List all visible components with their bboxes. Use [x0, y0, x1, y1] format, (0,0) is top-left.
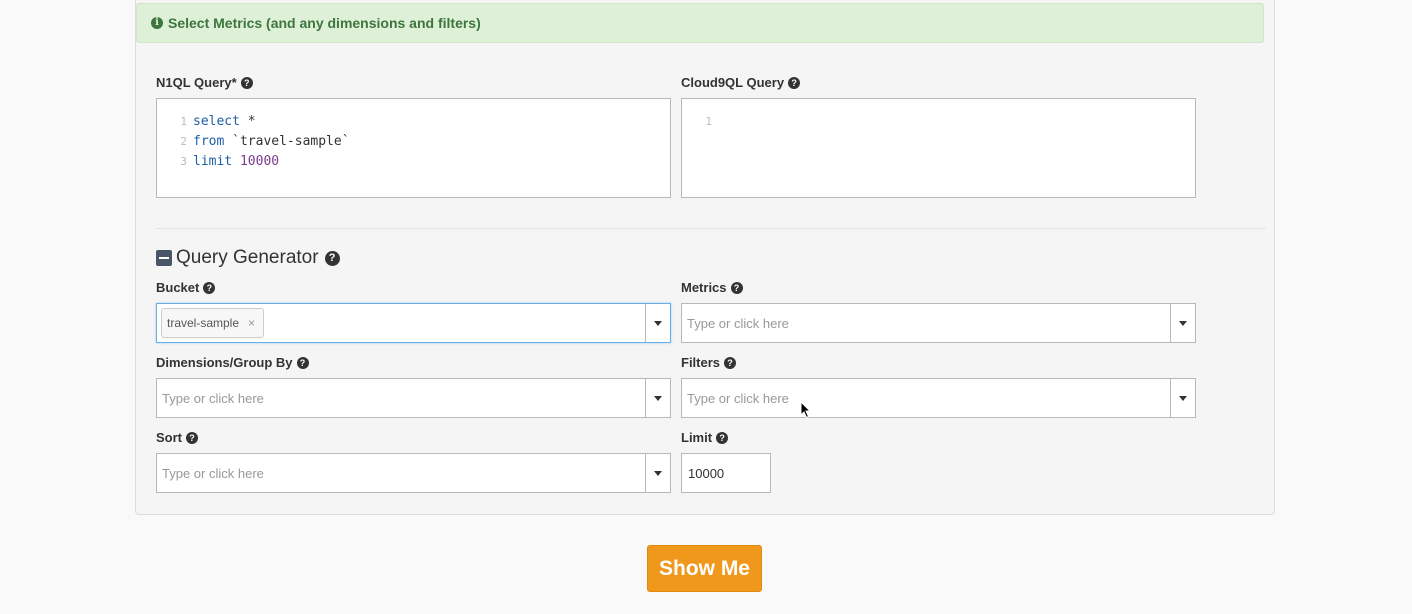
help-icon[interactable]: ?	[788, 76, 801, 89]
help-icon[interactable]: ?	[296, 356, 309, 369]
sort-label: Sort ?	[156, 430, 198, 445]
show-me-button[interactable]: Show Me	[647, 545, 762, 592]
help-icon[interactable]: ?	[716, 431, 729, 444]
help-icon[interactable]: ?	[186, 431, 198, 444]
code-line: 1	[705, 114, 712, 128]
cloud9ql-editor[interactable]: 1	[681, 98, 1196, 198]
help-icon[interactable]: ?	[730, 281, 743, 294]
code-line: 2 from `travel-sample`	[180, 133, 350, 149]
alert-text: Select Metrics (and any dimensions and f…	[168, 15, 481, 31]
minus-square-icon[interactable]	[156, 250, 172, 266]
filters-select[interactable]: Type or click here	[681, 378, 1196, 418]
metrics-placeholder: Type or click here	[687, 315, 789, 331]
limit-label: Limit ?	[681, 430, 729, 445]
caret-down-icon[interactable]	[645, 454, 670, 492]
cloud9ql-label: Cloud9QL Query ?	[681, 75, 801, 90]
metrics-label: Metrics ?	[681, 280, 743, 295]
n1ql-editor[interactable]: 1 select * 2 from `travel-sample` 3 limi…	[156, 98, 671, 198]
bucket-select[interactable]: travel-sample ×	[156, 303, 671, 343]
mouse-cursor-icon	[800, 401, 812, 419]
dimensions-select[interactable]: Type or click here	[156, 378, 671, 418]
code-line: 1 select *	[180, 113, 256, 129]
caret-down-icon[interactable]	[1170, 304, 1195, 342]
bucket-label: Bucket ?	[156, 280, 216, 295]
sort-placeholder: Type or click here	[162, 465, 264, 481]
metrics-select[interactable]: Type or click here	[681, 303, 1196, 343]
remove-tag-icon[interactable]: ×	[248, 316, 255, 330]
caret-down-icon[interactable]	[1170, 379, 1195, 417]
dimensions-label: Dimensions/Group By ?	[156, 355, 309, 370]
limit-input[interactable]: 10000	[681, 453, 771, 493]
query-generator-title: Query Generator ?	[156, 247, 340, 269]
query-panel: i Select Metrics (and any dimensions and…	[135, 0, 1275, 515]
info-alert: i Select Metrics (and any dimensions and…	[136, 3, 1264, 43]
info-circle-icon: i	[151, 17, 163, 29]
sort-select[interactable]: Type or click here	[156, 453, 671, 493]
n1ql-label: N1QL Query* ?	[156, 75, 253, 90]
filters-label: Filters ?	[681, 355, 737, 370]
dimensions-placeholder: Type or click here	[162, 390, 264, 406]
caret-down-icon[interactable]	[645, 379, 670, 417]
bucket-tag: travel-sample ×	[161, 308, 265, 338]
help-icon[interactable]: ?	[203, 281, 216, 294]
section-divider	[156, 228, 1266, 229]
caret-down-icon[interactable]	[645, 304, 670, 342]
help-icon[interactable]: ?	[724, 356, 737, 369]
help-icon[interactable]: ?	[240, 76, 253, 89]
filters-placeholder: Type or click here	[687, 390, 789, 406]
code-line: 3 limit 10000	[180, 153, 280, 169]
help-icon[interactable]: ?	[324, 250, 340, 266]
